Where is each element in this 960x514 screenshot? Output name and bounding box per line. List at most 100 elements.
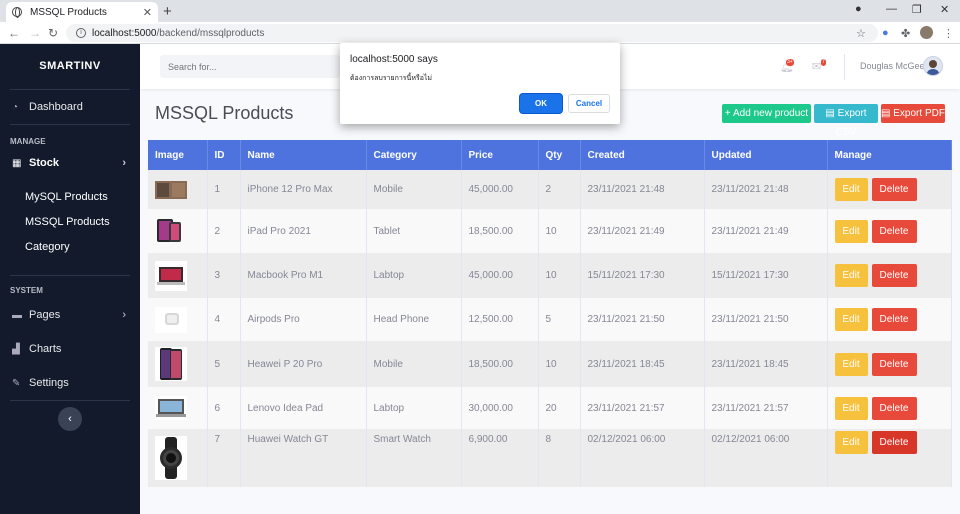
browser-tab[interactable]: MSSQL Products ✕ (6, 2, 158, 22)
sidebar-item-label: Pages (29, 309, 61, 321)
export-pdf-label: Export PDF (893, 108, 945, 119)
product-image (155, 436, 187, 480)
dialog-title: localhost:5000 says (350, 54, 438, 65)
price-cell: 18,500.00 (461, 209, 539, 253)
updated-cell: 23/11/2021 21:50 (704, 298, 828, 341)
qty-cell: 10 (538, 209, 581, 253)
edit-button[interactable]: Edit (834, 308, 868, 331)
add-product-button[interactable]: + Add new product (722, 104, 811, 123)
bookmark-star-icon[interactable]: ☆ (856, 27, 866, 40)
info-icon[interactable]: i (76, 28, 86, 38)
product-image (155, 180, 187, 199)
table-row: 4 Airpods Pro Head Phone 12,500.00 5 23/… (148, 298, 952, 341)
sidebar-item-pages[interactable]: ▬ Pages › (0, 298, 140, 332)
table-row: 5 Heawei P 20 Pro Mobile 18,500.00 10 23… (148, 341, 952, 387)
delete-button[interactable]: Delete (871, 352, 917, 376)
sidebar-toggle-button[interactable]: ‹ (58, 407, 82, 431)
forward-icon[interactable]: → (29, 26, 41, 40)
search-input[interactable] (160, 55, 340, 78)
product-image (155, 347, 187, 381)
username[interactable]: Douglas McGee (860, 61, 925, 71)
column-header: Manage (827, 140, 952, 170)
minimize-icon[interactable]: — (886, 3, 897, 15)
sidebar-item-charts[interactable]: ▟ Charts (0, 332, 140, 366)
manage-cell: Edit Delete (827, 253, 952, 298)
extension-icon[interactable]: ● (882, 27, 889, 39)
sidebar-heading-system: SYSTEM (10, 286, 43, 295)
puzzle-icon[interactable]: ✤ (901, 27, 910, 40)
delete-button[interactable]: Delete (871, 219, 917, 243)
image-cell (148, 429, 208, 487)
price-cell: 45,000.00 (461, 253, 539, 298)
name-cell: Huawei Watch GT (240, 429, 367, 487)
wrench-icon: ✎ (12, 377, 21, 389)
name-cell: Airpods Pro (240, 298, 367, 341)
sidebar-item-label: Dashboard (29, 101, 83, 113)
reload-icon[interactable]: ↻ (48, 26, 58, 40)
created-cell: 23/11/2021 21:48 (580, 170, 705, 209)
brand-logo[interactable]: SMARTINV (0, 44, 140, 89)
ok-button[interactable]: OK (520, 94, 562, 113)
updated-cell: 23/11/2021 18:45 (704, 341, 828, 387)
manage-cell: Edit Delete (827, 170, 952, 209)
table-row: 3 Macbook Pro M1 Labtop 45,000.00 10 15/… (148, 253, 952, 298)
updated-cell: 02/12/2021 06:00 (704, 429, 828, 487)
delete-button[interactable]: Delete (871, 178, 917, 201)
delete-button[interactable]: Delete (871, 308, 917, 331)
created-cell: 23/11/2021 21:50 (580, 298, 705, 341)
edit-button[interactable]: Edit (834, 431, 868, 454)
edit-button[interactable]: Edit (834, 264, 868, 287)
delete-button[interactable]: Delete (871, 396, 917, 420)
sidebar-subitem-mysql-products[interactable]: MySQL Products (0, 185, 140, 210)
id-cell: 4 (207, 298, 241, 341)
edit-button[interactable]: Edit (834, 178, 868, 201)
image-cell (148, 387, 208, 429)
product-image (157, 219, 181, 242)
category-cell: Labtop (366, 387, 462, 429)
page-title: MSSQL Products (155, 103, 294, 123)
chart-icon: ▟ (12, 343, 20, 355)
sidebar-divider (10, 400, 130, 401)
dashboard-icon: ◔ (12, 101, 19, 113)
export-csv-button[interactable]: ▤ Export CSV (814, 104, 878, 138)
avatar[interactable] (923, 56, 943, 76)
manage-cell: Edit Delete (827, 387, 952, 429)
name-cell: Macbook Pro M1 (240, 253, 367, 298)
back-icon[interactable]: ← (8, 26, 20, 40)
table-row: 2 iPad Pro 2021 Tablet 18,500.00 10 23/1… (148, 209, 952, 253)
sidebar-heading-manage: MANAGE (10, 137, 46, 146)
sidebar-item-dashboard[interactable]: ◔ Dashboard (0, 90, 140, 124)
sidebar-subitem-category[interactable]: Category (0, 235, 140, 260)
close-tab-icon[interactable]: ✕ (143, 6, 152, 19)
messages-badge: 7 (821, 59, 826, 66)
table-row: 7 Huawei Watch GT Smart Watch 6,900.00 8… (148, 429, 952, 487)
edit-button[interactable]: Edit (834, 352, 868, 376)
id-cell: 6 (207, 387, 241, 429)
updated-cell: 23/11/2021 21:48 (704, 170, 828, 209)
sidebar-divider (10, 275, 130, 276)
browser-menu-icon[interactable]: ⋮ (943, 27, 954, 40)
category-cell: Labtop (366, 253, 462, 298)
cancel-button[interactable]: Cancel (568, 94, 610, 113)
window-close-icon[interactable]: ✕ (940, 3, 949, 16)
edit-button[interactable]: Edit (834, 219, 868, 243)
name-cell: Heawei P 20 Pro (240, 341, 367, 387)
globe-icon (12, 7, 22, 18)
qty-cell: 10 (538, 253, 581, 298)
envelope-icon[interactable]: ✉ (812, 60, 821, 73)
delete-button[interactable]: Delete (871, 431, 917, 454)
id-cell: 7 (207, 429, 241, 487)
manage-cell: Edit Delete (827, 298, 952, 341)
tab-search-icon[interactable]: ● (855, 3, 862, 15)
sidebar-subitem-mssql-products[interactable]: MSSQL Products (0, 210, 140, 235)
edit-button[interactable]: Edit (834, 396, 868, 420)
restore-icon[interactable]: ❐ (912, 3, 922, 16)
alerts-badge: 3+ (786, 59, 794, 66)
export-pdf-button[interactable]: ▤ Export PDF (881, 104, 945, 123)
new-tab-icon[interactable]: + (163, 3, 172, 20)
browser-profile-avatar[interactable] (920, 26, 933, 39)
delete-button[interactable]: Delete (871, 264, 917, 287)
sidebar-item-stock[interactable]: ▦ Stock › (0, 149, 140, 177)
url-field[interactable]: i localhost:5000/backend/mssqlproducts (66, 24, 878, 42)
sidebar-item-settings[interactable]: ✎ Settings (0, 366, 140, 400)
